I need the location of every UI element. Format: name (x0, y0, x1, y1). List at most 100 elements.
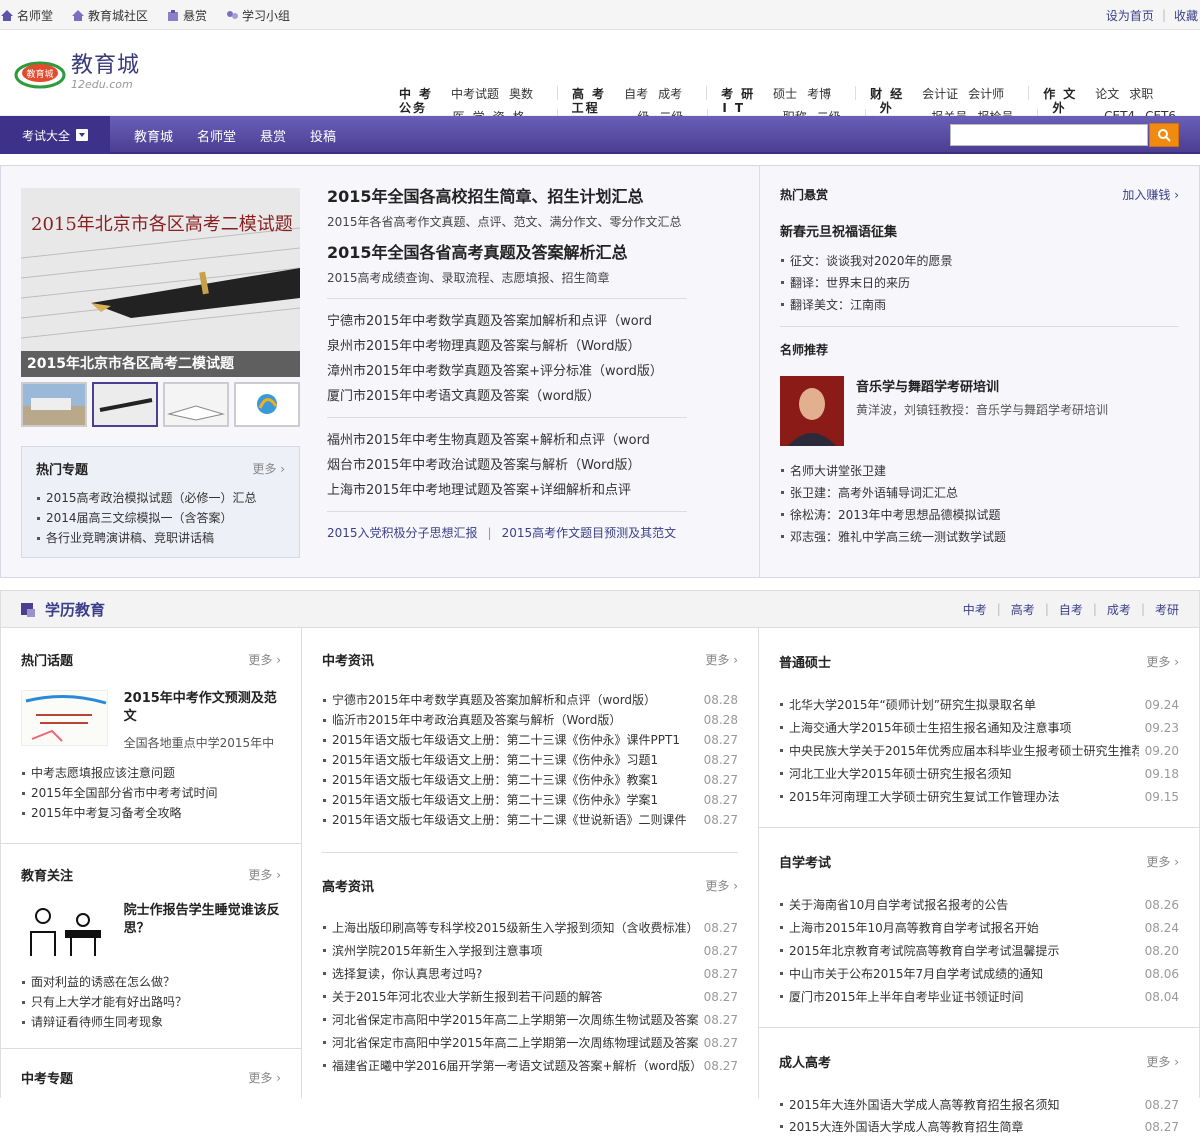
tab-gaokao[interactable]: 高考 (1011, 601, 1035, 618)
list-item[interactable]: 泉州市2015年中考物理真题及答案与解析（Word版） (327, 334, 687, 359)
tab-zhongkao[interactable]: 中考 (963, 601, 987, 618)
cat-link[interactable]: 硕士 (773, 85, 797, 102)
news-item[interactable]: 关于海南省10月自学考试报名报考的公告 08.26 (779, 894, 1179, 917)
more-link[interactable]: 更多 › (252, 460, 285, 477)
slide-thumb[interactable] (92, 382, 158, 427)
cat-link[interactable]: 成考 (658, 85, 682, 102)
more-link[interactable]: 更多 › (705, 877, 738, 894)
featured-item[interactable]: 院士作报告学生睡觉谁该反思？ (21, 902, 281, 958)
list-item[interactable]: 漳州市2015年中考数学真题及答案+评分标准（word版） (327, 359, 687, 384)
news-item[interactable]: 2015年语文版七年级语文上册：第二十三课《伤仲永》学案1 08.27 (322, 790, 738, 810)
site-logo[interactable]: 教育城 教育城 12edu.com (14, 54, 140, 92)
headline-sub[interactable]: 2015年各省高考作文真题、点评、范文、满分作文、零分作文汇总 (327, 212, 687, 232)
teacher-card[interactable]: 音乐学与舞蹈学考研培训 黄洋波，刘镇钰教授：音乐学与舞蹈学考研培训 (780, 376, 1179, 446)
featured-item[interactable]: 2015年中考作文预测及范文 全国各地重点中学2015年中 (21, 690, 281, 751)
news-item[interactable]: 中央民族大学关于2015年优秀应届本科毕业生报考硕士研究生推荐 09.20 (779, 740, 1179, 763)
more-link[interactable]: 更多 › (1146, 653, 1179, 670)
list-item[interactable]: 中考志愿填报应该注意问题 (21, 763, 281, 783)
news-item[interactable]: 中山市关于公布2015年7月自学考试成绩的通知 08.06 (779, 963, 1179, 986)
list-item[interactable]: 2015高考政治模拟试题（必修一）汇总 (36, 488, 285, 508)
slide-thumb[interactable] (21, 382, 87, 427)
top-link-group[interactable]: 学习小组 (225, 7, 290, 24)
list-item[interactable]: 烟台市2015年中考政治试题及答案与解析（Word版） (327, 453, 687, 478)
search-input[interactable] (950, 124, 1148, 146)
search-button[interactable] (1149, 123, 1179, 147)
nav-item-submit[interactable]: 投稿 (310, 126, 336, 145)
news-item[interactable]: 上海出版印刷高等专科学校2015级新生入学报到须知（含收费标准） 08.27 (322, 917, 738, 940)
list-item[interactable]: 2015年中考复习备考全攻略 (21, 803, 281, 823)
headline[interactable]: 2015年全国各省高考真题及答案解析汇总 (327, 242, 687, 264)
join-link[interactable]: 加入赚钱 › (1122, 186, 1179, 203)
list-item[interactable]: 各行业竞聘演讲稿、竞职讲话稿 (36, 528, 285, 548)
list-item[interactable]: 上海市2015年中考地理试题及答案+详细解析和点评 (327, 478, 687, 503)
cat-link[interactable]: 会计师 (968, 85, 1004, 102)
more-link[interactable]: 更多 › (705, 651, 738, 668)
more-link[interactable]: 更多 › (1146, 1053, 1179, 1070)
exam-menu-button[interactable]: 考试大全 (0, 116, 110, 154)
list-item[interactable]: 福州市2015年中考生物真题及答案+解析和点评（word (327, 428, 687, 453)
set-homepage-link[interactable]: 设为首页 (1106, 7, 1154, 24)
list-item[interactable]: 只有上大学才能有好出路吗？ (21, 992, 281, 1012)
news-item[interactable]: 河北工业大学2015年硕士研究生报名须知 09.18 (779, 763, 1179, 786)
news-item[interactable]: 厦门市2015年上半年自考毕业证书领证时间 08.04 (779, 986, 1179, 1009)
list-item[interactable]: 翻译美文：江南雨 (780, 294, 1179, 316)
list-item[interactable]: 厦门市2015年中考语文真题及答案（word版） (327, 384, 687, 409)
list-item[interactable]: 2014届高三文综模拟一（含答案） (36, 508, 285, 528)
headline-sub[interactable]: 2015高考成绩查询、录取流程、志愿填报、招生简章 (327, 268, 687, 288)
list-item[interactable]: 徐松涛：2013年中考思想品德模拟试题 (780, 504, 1179, 526)
list-item[interactable]: 翻译：世界末日的来历 (780, 272, 1179, 294)
nav-item-edu[interactable]: 教育城 (134, 126, 173, 145)
nav-item-teachers[interactable]: 名师堂 (197, 126, 236, 145)
news-item[interactable]: 北华大学2015年“硕师计划”研究生拟录取名单 09.24 (779, 694, 1179, 717)
list-item[interactable]: 名师大讲堂张卫建 (780, 460, 1179, 482)
news-item[interactable]: 临沂市2015年中考政治真题及答案与解析（Word版） 08.28 (322, 710, 738, 730)
news-item[interactable]: 2015年北京教育考试院高等教育自学考试温馨提示 08.20 (779, 940, 1179, 963)
news-item[interactable]: 关于2015年河北农业大学新生报到若干问题的解答 08.27 (322, 986, 738, 1009)
favorite-link[interactable]: 收藏 (1174, 7, 1198, 24)
tab-kaoyan[interactable]: 考研 (1155, 601, 1179, 618)
news-item[interactable]: 2015年语文版七年级语文上册：第二十三课《伤仲永》习题1 08.27 (322, 750, 738, 770)
cat-link[interactable]: 求职 (1129, 85, 1153, 102)
featured-slide[interactable]: 2015年北京市各区高考二模试题 2015年北京市各区高考二模试题 (21, 188, 300, 377)
reward-featured[interactable]: 新春元旦祝福语征集 (780, 221, 1179, 240)
more-link[interactable]: 更多 › (1146, 853, 1179, 870)
tab-zikao[interactable]: 自考 (1059, 601, 1083, 618)
list-item[interactable]: 请辩证看待师生同考现象 (21, 1012, 281, 1032)
more-link[interactable]: 更多 › (248, 651, 281, 668)
cat-kaoyan[interactable]: 考研 (721, 85, 761, 102)
top-link-teachers[interactable]: 名师堂 (0, 7, 53, 24)
news-item[interactable]: 滨州学院2015年新生入学报到注意事项 08.27 (322, 940, 738, 963)
footer-link[interactable]: 2015高考作文题目预测及其范文 (502, 526, 677, 540)
more-link[interactable]: 更多 › (248, 1069, 281, 1086)
cat-link[interactable]: 中考试题 (451, 85, 499, 102)
cat-link[interactable]: 自考 (624, 85, 648, 102)
slide-thumb[interactable] (163, 382, 229, 427)
news-item[interactable]: 上海市2015年10月高等教育自学考试报名开始 08.24 (779, 917, 1179, 940)
headline[interactable]: 2015年全国各高校招生简章、招生计划汇总 (327, 186, 687, 208)
slide-thumb[interactable] (234, 382, 300, 427)
list-item[interactable]: 张卫建：高考外语辅导词汇汇总 (780, 482, 1179, 504)
list-item[interactable]: 邓志强：雅礼中学高三统一测试数学试题 (780, 526, 1179, 548)
news-item[interactable]: 2015年语文版七年级语文上册：第二十三课《伤仲永》课件PPT1 08.27 (322, 730, 738, 750)
news-item[interactable]: 2015年河南理工大学硕士研究生复试工作管理办法 09.15 (779, 786, 1179, 809)
news-item[interactable]: 选择复读，你认真思考过吗? 08.27 (322, 963, 738, 986)
news-item[interactable]: 河北省保定市高阳中学2015年高二上学期第一次周练生物试题及答案 08.27 (322, 1009, 738, 1032)
top-link-reward[interactable]: 悬赏 (166, 7, 207, 24)
news-item[interactable]: 河北省保定市高阳中学2015年高二上学期第一次周练物理试题及答案 08.27 (322, 1032, 738, 1055)
cat-link[interactable]: 奥数 (509, 85, 533, 102)
news-item[interactable]: 2015年语文版七年级语文上册：第二十二课《世说新语》二则课件 08.27 (322, 810, 738, 830)
top-link-community[interactable]: 教育城社区 (71, 7, 148, 24)
cat-link[interactable]: 考博 (807, 85, 831, 102)
nav-item-reward[interactable]: 悬赏 (260, 126, 286, 145)
tab-chengkao[interactable]: 成考 (1107, 601, 1131, 618)
footer-link[interactable]: 2015入党积极分子思想汇报 (327, 526, 478, 540)
list-item[interactable]: 征文：谈谈我对2020年的愿景 (780, 250, 1179, 272)
news-item[interactable]: 2015年大连外国语大学成人高等教育招生报名须知 08.27 (779, 1094, 1179, 1116)
news-item[interactable]: 2015年语文版七年级语文上册：第二十三课《伤仲永》教案1 08.27 (322, 770, 738, 790)
more-link[interactable]: 更多 › (248, 866, 281, 883)
news-item[interactable]: 福建省正曦中学2016届开学第一考语文试题及答案+解析（word版） 08.27 (322, 1055, 738, 1078)
list-item[interactable]: 面对利益的诱惑在怎么做？ (21, 972, 281, 992)
list-item[interactable]: 2015年全国部分省市中考考试时间 (21, 783, 281, 803)
news-item[interactable]: 2015大连外国语大学成人高等教育招生简章 08.27 (779, 1116, 1179, 1138)
list-item[interactable]: 宁德市2015年中考数学真题及答案加解析和点评（word (327, 309, 687, 334)
